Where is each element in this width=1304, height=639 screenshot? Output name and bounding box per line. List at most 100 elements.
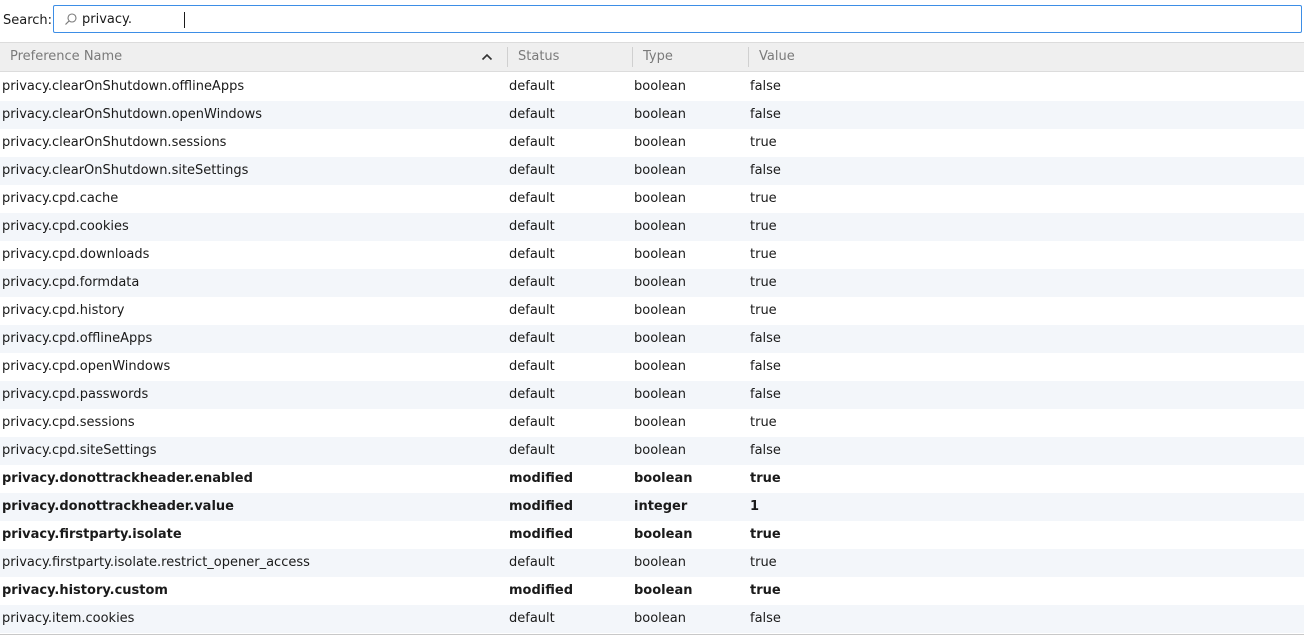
pref-name: privacy.cpd.history [2,303,125,318]
column-header-value[interactable]: Value [759,43,795,71]
pref-type: boolean [634,275,686,290]
pref-name: privacy.donottrackheader.enabled [2,471,253,486]
pref-status: default [509,555,555,570]
pref-value: false [750,359,781,374]
table-row[interactable]: privacy.cpd.downloads default boolean tr… [0,241,1304,269]
table-row[interactable]: privacy.cpd.offlineApps default boolean … [0,325,1304,353]
column-header-status[interactable]: Status [518,43,559,71]
pref-value: true [750,247,777,262]
pref-type: boolean [634,163,686,178]
table-row[interactable]: privacy.cpd.cookies default boolean true [0,213,1304,241]
pref-status: default [509,163,555,178]
pref-status: default [509,107,555,122]
pref-value: false [750,331,781,346]
search-icon [65,13,77,25]
pref-type: boolean [634,135,686,150]
pref-type: boolean [634,611,686,626]
table-row[interactable]: privacy.donottrackheader.value modified … [0,493,1304,521]
pref-type: boolean [634,191,686,206]
column-divider[interactable] [632,47,633,67]
pref-value: true [750,583,781,598]
pref-value: true [750,303,777,318]
table-row[interactable]: privacy.cpd.passwords default boolean fa… [0,381,1304,409]
pref-status: default [509,135,555,150]
pref-name: privacy.cpd.passwords [2,387,149,402]
pref-status: default [509,415,555,430]
pref-name: privacy.firstparty.isolate [2,527,182,542]
pref-type: boolean [634,387,686,402]
pref-value: true [750,275,777,290]
table-header: Preference Name Status Type Value [0,42,1304,72]
pref-value: true [750,555,777,570]
pref-type: boolean [634,359,686,374]
pref-name: privacy.firstparty.isolate.restrict_open… [2,555,310,570]
pref-name: privacy.history.custom [2,583,168,598]
table-row[interactable]: privacy.clearOnShutdown.offlineApps defa… [0,73,1304,101]
pref-status: default [509,303,555,318]
column-header-preference-name[interactable]: Preference Name [10,43,122,71]
pref-name: privacy.cpd.cookies [2,219,129,234]
table-row[interactable]: privacy.donottrackheader.enabled modifie… [0,465,1304,493]
pref-value: false [750,387,781,402]
pref-name: privacy.clearOnShutdown.offlineApps [2,79,245,94]
table-row[interactable]: privacy.firstparty.isolate modified bool… [0,521,1304,549]
search-input[interactable] [82,10,1282,28]
pref-name: privacy.clearOnShutdown.siteSettings [2,163,249,178]
pref-name: privacy.cpd.downloads [2,247,150,262]
pref-status: default [509,359,555,374]
pref-type: boolean [634,331,686,346]
pref-name: privacy.cpd.sessions [2,415,135,430]
table-row[interactable]: privacy.firstparty.isolate.restrict_open… [0,549,1304,577]
pref-type: boolean [634,107,686,122]
table-row[interactable]: privacy.cpd.openWindows default boolean … [0,353,1304,381]
pref-type: boolean [634,219,686,234]
text-caret [184,12,185,28]
pref-name: privacy.cpd.siteSettings [2,443,157,458]
pref-type: boolean [634,415,686,430]
pref-type: boolean [634,303,686,318]
pref-status: default [509,275,555,290]
pref-status: modified [509,499,573,514]
pref-value: true [750,471,781,486]
search-label: Search: [3,13,53,28]
table-row[interactable]: privacy.cpd.siteSettings default boolean… [0,437,1304,465]
table-bottom-border [0,634,1304,635]
pref-value: true [750,415,777,430]
chevron-up-icon[interactable] [481,52,493,62]
search-box[interactable] [53,5,1302,33]
table-row[interactable]: privacy.clearOnShutdown.openWindows defa… [0,101,1304,129]
pref-value: false [750,107,781,122]
pref-status: default [509,387,555,402]
pref-value: true [750,191,777,206]
column-header-type[interactable]: Type [643,43,673,71]
pref-name: privacy.clearOnShutdown.openWindows [2,107,263,122]
column-divider[interactable] [748,47,749,67]
pref-type: boolean [634,79,686,94]
table-row[interactable]: privacy.clearOnShutdown.siteSettings def… [0,157,1304,185]
pref-value: false [750,163,781,178]
table-row[interactable]: privacy.cpd.formdata default boolean tru… [0,269,1304,297]
pref-type: boolean [634,583,693,598]
pref-status: modified [509,527,573,542]
pref-type: boolean [634,555,686,570]
pref-name: privacy.cpd.offlineApps [2,331,153,346]
pref-value: true [750,219,777,234]
table-row[interactable]: privacy.clearOnShutdown.sessions default… [0,129,1304,157]
pref-name: privacy.cpd.openWindows [2,359,171,374]
pref-name: privacy.clearOnShutdown.sessions [2,135,227,150]
pref-status: modified [509,471,573,486]
pref-type: boolean [634,527,693,542]
pref-value: 1 [750,499,760,514]
pref-type: integer [634,499,688,514]
pref-status: default [509,611,555,626]
column-divider[interactable] [507,47,508,67]
table-row[interactable]: privacy.history.custom modified boolean … [0,577,1304,605]
table-row[interactable]: privacy.cpd.cache default boolean true [0,185,1304,213]
pref-status: default [509,331,555,346]
table-row[interactable]: privacy.cpd.sessions default boolean tru… [0,409,1304,437]
pref-type: boolean [634,471,693,486]
table-row[interactable]: privacy.item.cookies default boolean fal… [0,605,1304,633]
pref-value: false [750,443,781,458]
table-row[interactable]: privacy.cpd.history default boolean true [0,297,1304,325]
pref-name: privacy.item.cookies [2,611,135,626]
